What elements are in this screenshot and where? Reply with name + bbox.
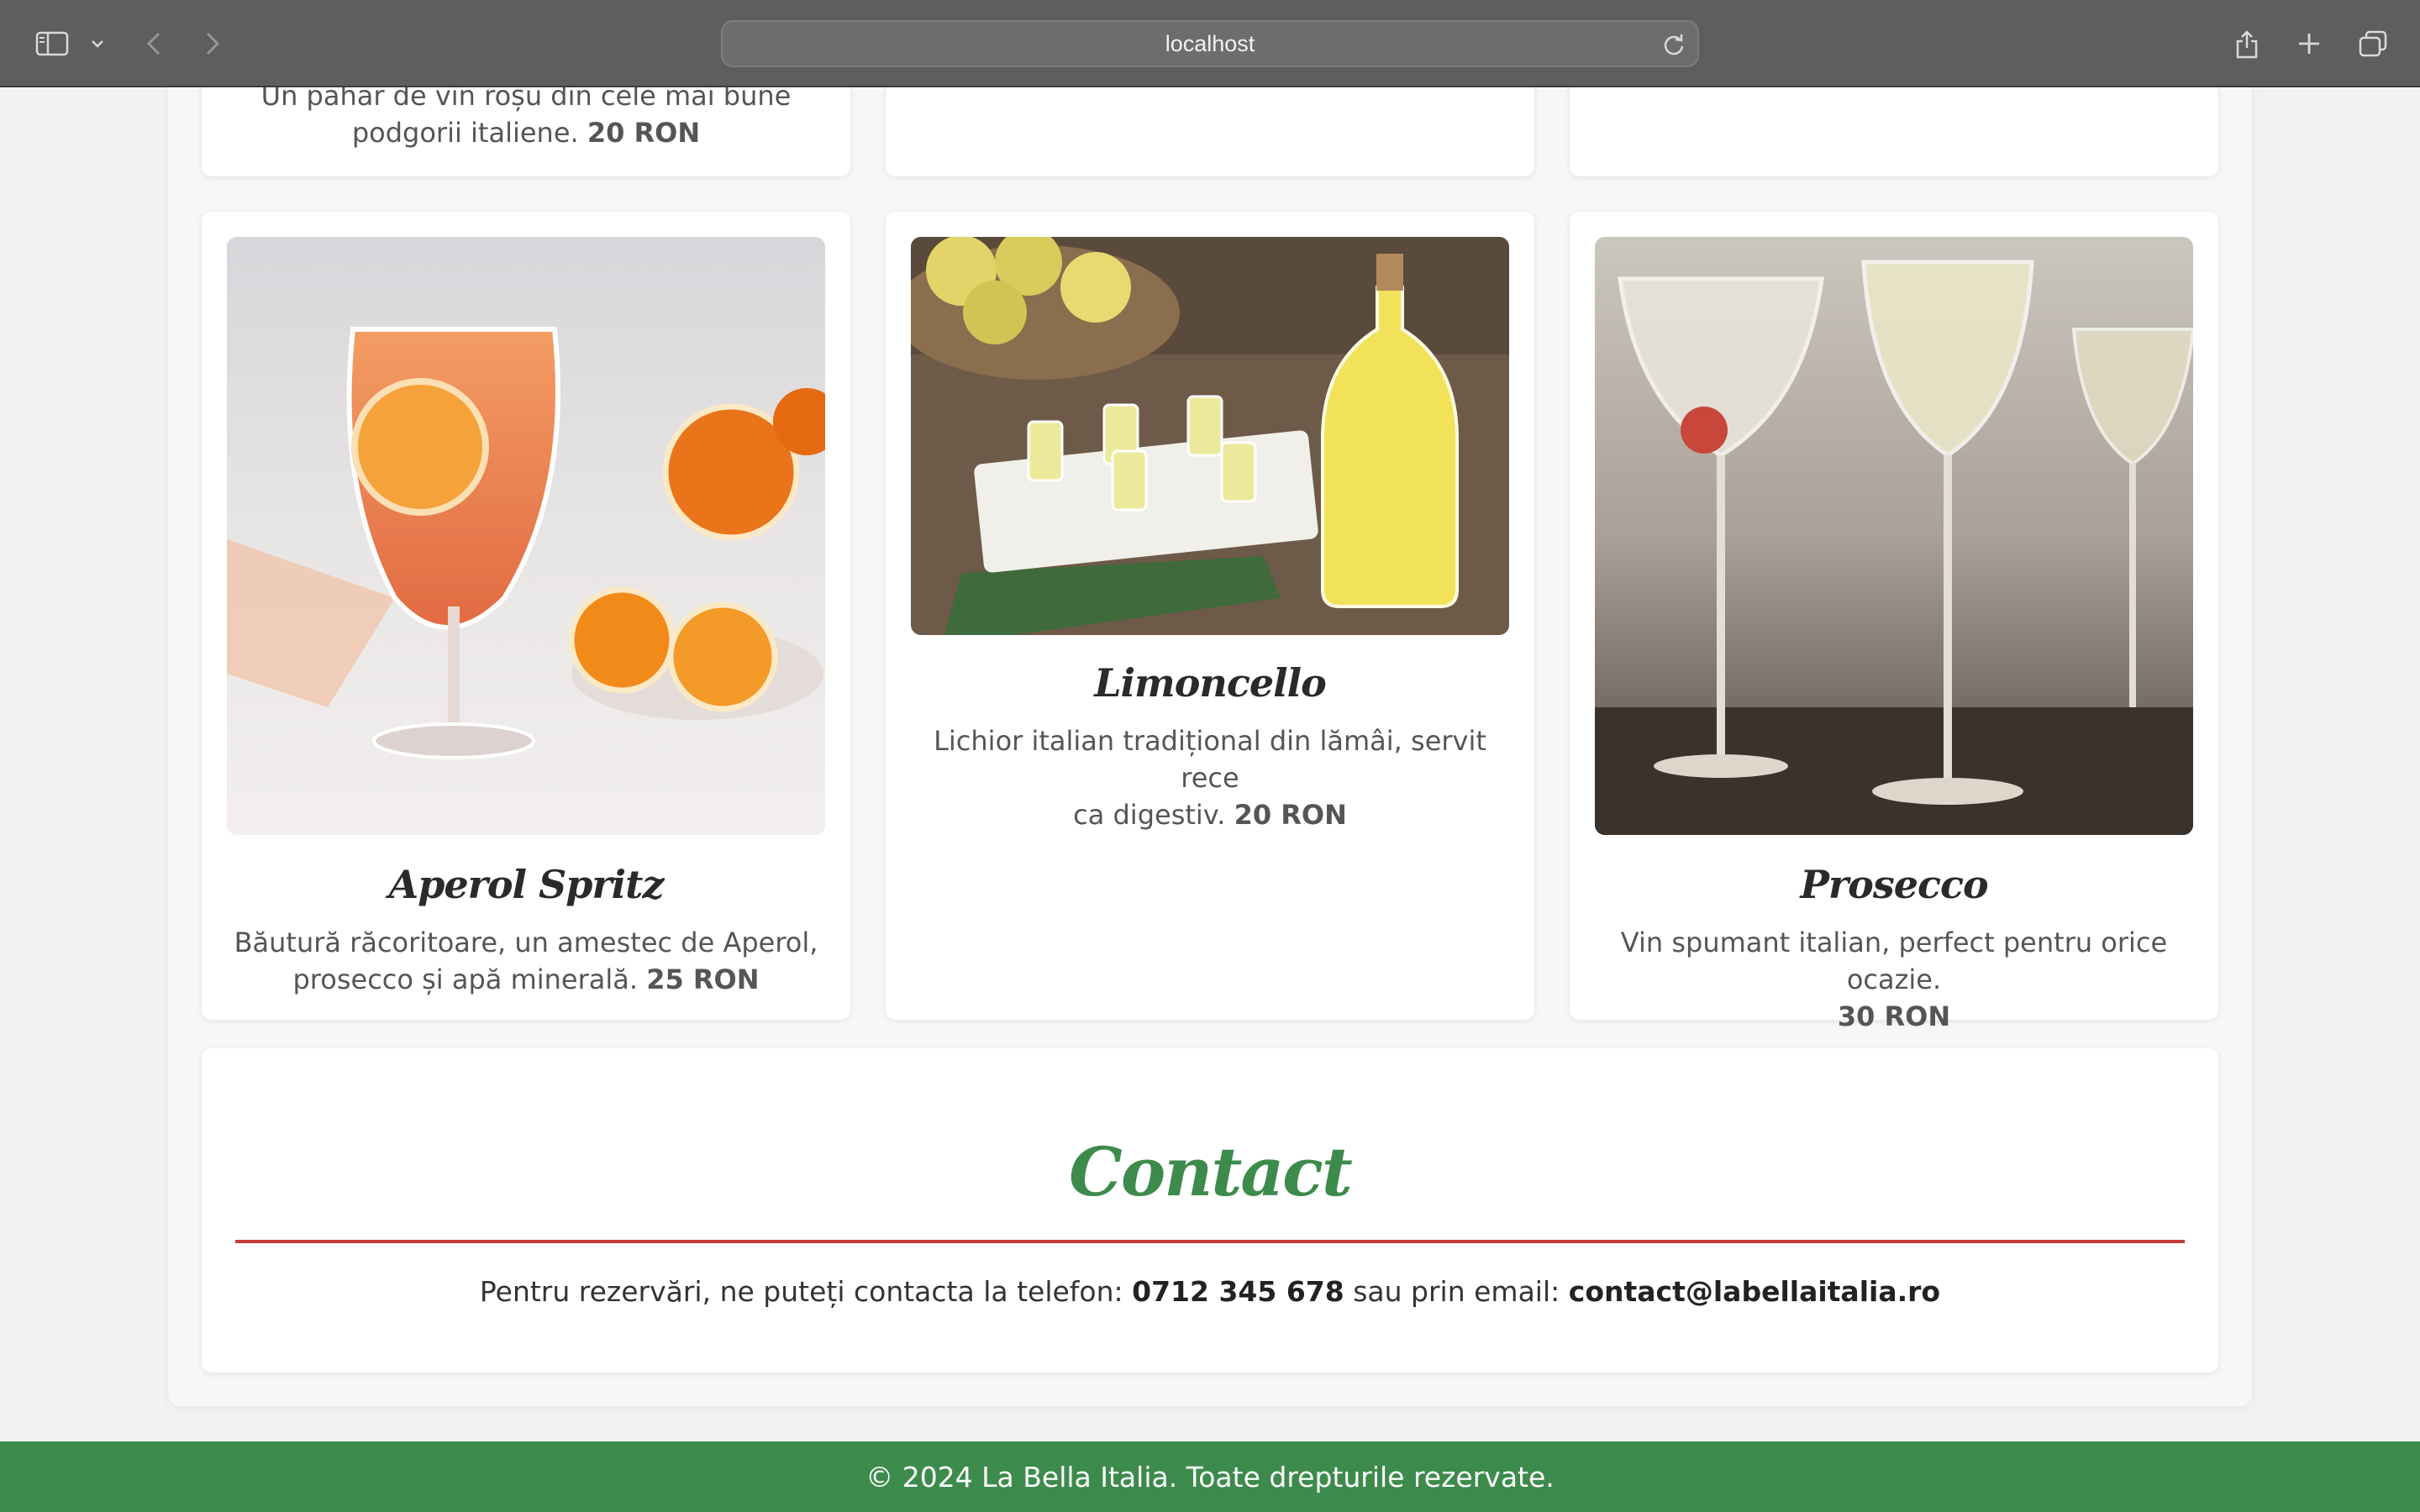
address-text: localhost (1165, 30, 1255, 56)
menu-card-prosecco: Prosecco Vin spumant italian, perfect pe… (1570, 212, 2218, 1032)
menu-card-price: 20 RON (587, 117, 701, 149)
prosecco-photo (1595, 237, 2193, 835)
forward-arrow-icon[interactable] (200, 22, 225, 66)
menu-card-title: Aperol Spritz (388, 862, 665, 907)
menu-card-limoncello: Limoncello Lichior italian tradițional d… (886, 212, 1534, 1020)
menu-card-description: Lichior italian tradițional din lămâi, s… (934, 725, 1486, 831)
menu-card-title: Limoncello (1094, 660, 1327, 706)
contact-divider (235, 1240, 2185, 1243)
chevron-down-icon[interactable] (87, 22, 108, 66)
browser-toolbar: localhost (0, 0, 2420, 87)
page-viewport: Un pahar de vin roșu din cele mai bune p… (0, 87, 2420, 1512)
share-icon[interactable] (2232, 22, 2262, 66)
reload-icon[interactable] (1662, 32, 1686, 60)
sidebar-toggle-icon[interactable] (32, 22, 72, 66)
back-arrow-icon[interactable] (141, 22, 166, 66)
menu-card-partial (886, 87, 1534, 176)
contact-title: Contact (1069, 1132, 1353, 1211)
menu-card-title: Prosecco (1800, 862, 1988, 907)
menu-card-description: Băutură răcoritoare, un amestec de Apero… (234, 927, 818, 995)
aperol-spritz-photo (227, 237, 825, 835)
address-bar[interactable]: localhost (721, 20, 1699, 67)
contact-section: Contact Pentru rezervări, ne puteți cont… (202, 1048, 2218, 1373)
footer-text: © 2024 La Bella Italia. Toate drepturile… (865, 1460, 1555, 1494)
menu-card-aperol-spritz: Aperol Spritz Băutură răcoritoare, un am… (202, 212, 850, 1020)
menu-card-price: 20 RON (1234, 799, 1347, 831)
contact-email: contact@labellaitalia.ro (1568, 1275, 1941, 1308)
tab-overview-icon[interactable] (2356, 22, 2390, 66)
page-footer: © 2024 La Bella Italia. Toate drepturile… (0, 1441, 2420, 1512)
new-tab-icon[interactable] (2294, 22, 2324, 66)
menu-card-partial (1570, 87, 2218, 176)
menu-card-description: Vin spumant italian, perfect pentru oric… (1620, 927, 2168, 1032)
contact-phone: 0712 345 678 (1132, 1275, 1344, 1308)
menu-container: Un pahar de vin roșu din cele mai bune p… (168, 87, 2252, 1406)
menu-card-description: Un pahar de vin roșu din cele mai bune p… (260, 87, 792, 149)
contact-text: Pentru rezervări, ne puteți contacta la … (479, 1275, 1941, 1308)
menu-card-partial: Un pahar de vin roșu din cele mai bune p… (202, 87, 850, 176)
menu-card-price: 25 RON (646, 963, 760, 995)
menu-card-price: 30 RON (1837, 1000, 1951, 1032)
limoncello-photo (911, 237, 1509, 635)
